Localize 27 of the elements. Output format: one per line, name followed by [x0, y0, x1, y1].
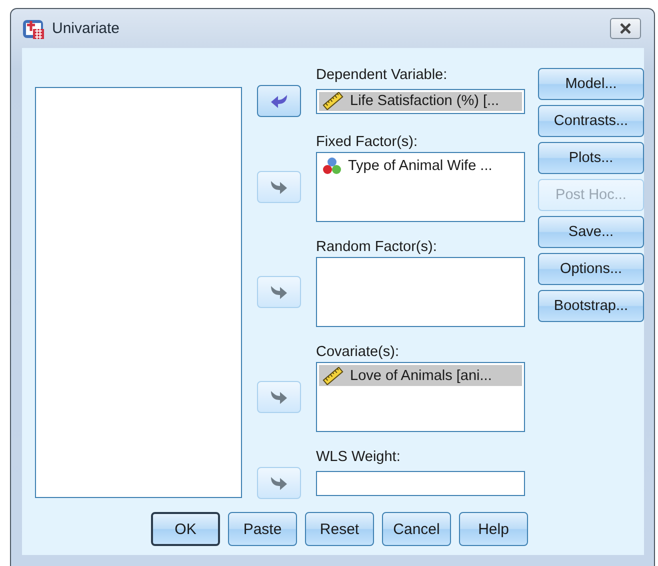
field-label: Fixed Factor(s):	[316, 134, 418, 150]
variable-list[interactable]: Love of Animals [ani...	[316, 362, 525, 432]
dialog-button[interactable]: Save...	[538, 216, 644, 248]
variable-list[interactable]	[316, 257, 525, 327]
dialog-button[interactable]: Contrasts...	[538, 105, 644, 137]
dialog-button[interactable]: Bootstrap...	[538, 290, 644, 322]
dialog-button[interactable]: Paste	[228, 512, 297, 546]
dialog-button[interactable]: Options...	[538, 253, 644, 285]
close-icon	[619, 23, 632, 34]
field-label: Covariate(s):	[316, 344, 399, 360]
field-label: Dependent Variable:	[316, 67, 448, 83]
dialog-button[interactable]: OK	[151, 512, 220, 546]
app-icon	[22, 18, 46, 40]
dialog-button[interactable]: Cancel	[382, 512, 451, 546]
dialog-button[interactable]: Reset	[305, 512, 374, 546]
dialog-button[interactable]: Help	[459, 512, 528, 546]
variable-list[interactable]: Type of Animal Wife ...	[316, 152, 525, 222]
variable-item[interactable]: Type of Animal Wife ...	[319, 155, 522, 176]
close-button[interactable]	[610, 18, 641, 39]
window-title: Univariate	[52, 20, 121, 37]
field-label: Random Factor(s):	[316, 239, 437, 255]
dialog-button[interactable]: Model...	[538, 68, 644, 100]
move-arrow-button[interactable]	[257, 85, 301, 117]
field-label: WLS Weight:	[316, 449, 400, 465]
variable-field[interactable]	[316, 470, 525, 496]
variable-item[interactable]: Love of Animals [ani...	[319, 365, 522, 386]
dialog-button[interactable]: Plots...	[538, 142, 644, 174]
